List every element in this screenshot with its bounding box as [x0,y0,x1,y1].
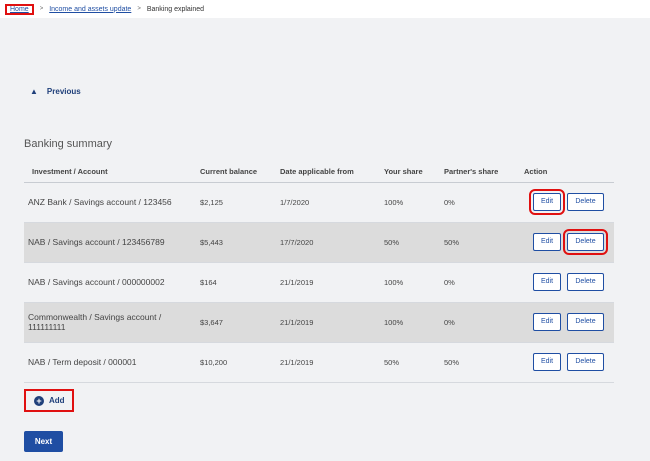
edit-button[interactable]: Edit [533,273,561,291]
cell-partner-share: 0% [444,262,524,303]
cell-share: 100% [384,302,444,343]
edit-button[interactable]: Edit [533,313,561,331]
add-label: Add [49,396,65,405]
cell-date: 1/7/2020 [280,182,384,223]
section-title: Banking summary [24,138,113,150]
cell-account: NAB / Savings account / 000000002 [24,262,198,303]
table-header-row: Investment / Account Current balance Dat… [24,162,614,183]
cell-balance: $2,125 [198,182,280,223]
header-account: Investment / Account [24,162,198,183]
breadcrumb-home-highlight: Home [5,3,34,15]
chevron-up-icon: ▲ [30,87,38,96]
plus-circle-icon: + [34,395,44,406]
cell-action: Edit Delete [524,302,614,343]
cell-date: 17/7/2020 [280,222,384,263]
header-action: Action [524,162,614,183]
table-row: NAB / Savings account / 123456789 $5,443… [24,222,614,263]
header-balance: Current balance [198,162,280,183]
breadcrumb-home-link[interactable]: Home [10,6,29,13]
cell-balance: $5,443 [198,222,280,263]
cell-date: 21/1/2019 [280,262,384,303]
delete-button[interactable]: Delete [567,193,604,211]
cell-account: NAB / Savings account / 123456789 [24,222,198,263]
cell-action: Edit Delete [524,262,614,303]
delete-button[interactable]: Delete [567,273,604,291]
edit-button[interactable]: Edit [529,189,565,215]
header-date: Date applicable from [280,162,384,183]
next-button[interactable]: Next [24,431,63,452]
cell-partner-share: 50% [444,222,524,263]
delete-button[interactable]: Delete [567,313,604,331]
cell-share: 50% [384,222,444,263]
cell-share: 100% [384,262,444,303]
add-button[interactable]: + Add [24,389,74,412]
header-share: Your share [384,162,444,183]
cell-balance: $10,200 [198,342,280,383]
edit-button[interactable]: Edit [533,233,561,251]
cell-account: Commonwealth / Savings account / 1111111… [24,302,198,343]
cell-date: 21/1/2019 [280,302,384,343]
table-row: ANZ Bank / Savings account / 123456 $2,1… [24,182,614,223]
breadcrumb-separator: > [39,6,44,12]
previous-label: Previous [46,87,81,96]
cell-partner-share: 50% [444,342,524,383]
cell-action: Edit Delete [524,222,614,263]
banking-summary-table: Investment / Account Current balance Dat… [24,162,614,383]
cell-date: 21/1/2019 [280,342,384,383]
previous-link[interactable]: ▲ Previous [30,87,81,96]
edit-button[interactable]: Edit [533,353,561,371]
breadcrumb-separator: > [137,6,141,12]
table-row: NAB / Savings account / 000000002 $164 2… [24,262,614,303]
cell-partner-share: 0% [444,302,524,343]
cell-balance: $3,647 [198,302,280,343]
cell-account: ANZ Bank / Savings account / 123456 [24,182,198,223]
cell-action: Edit Delete [524,182,614,223]
header-partner-share: Partner's share [444,162,524,183]
delete-button[interactable]: Delete [563,229,608,255]
cell-balance: $164 [198,262,280,303]
delete-button[interactable]: Delete [567,353,604,371]
cell-share: 100% [384,182,444,223]
cell-partner-share: 0% [444,182,524,223]
table-row: NAB / Term deposit / 000001 $10,200 21/1… [24,342,614,383]
cell-action: Edit Delete [524,342,614,383]
cell-share: 50% [384,342,444,383]
cell-account: NAB / Term deposit / 000001 [24,342,198,383]
table-row: Commonwealth / Savings account / 1111111… [24,302,614,343]
breadcrumb-income-assets-link[interactable]: Income and assets update [49,6,131,13]
breadcrumb-current: Banking explained [146,5,205,13]
breadcrumb: Home > Income and assets update > Bankin… [0,0,650,18]
